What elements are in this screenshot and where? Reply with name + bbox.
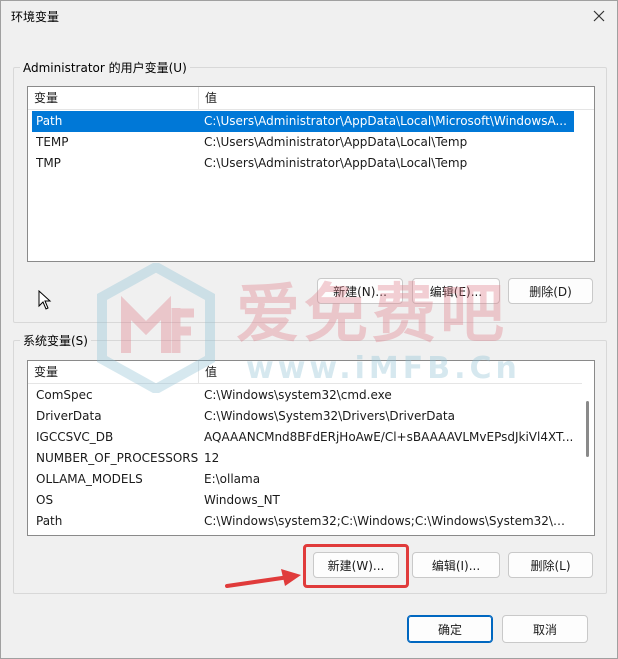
list-header: 变量 值 bbox=[28, 87, 594, 110]
scrollbar-thumb[interactable] bbox=[586, 401, 589, 457]
user-delete-button[interactable]: 删除(D) bbox=[508, 278, 593, 304]
column-header-name[interactable]: 变量 bbox=[28, 87, 198, 109]
variable-name: NUMBER_OF_PROCESSORS bbox=[36, 451, 199, 465]
variable-name: OS bbox=[36, 493, 54, 507]
list-item[interactable]: Path C:\Users\Administrator\AppData\Loca… bbox=[32, 111, 574, 132]
list-item[interactable]: NUMBER_OF_PROCESSORS 12 bbox=[32, 448, 580, 469]
variable-name: ComSpec bbox=[36, 388, 93, 402]
annotation-arrow-icon bbox=[225, 569, 301, 588]
system-edit-button[interactable]: 编辑(I)... bbox=[412, 552, 500, 578]
user-variables-list[interactable]: 变量 值 Path C:\Users\Administrator\AppData… bbox=[27, 86, 595, 262]
window-title: 环境变量 bbox=[11, 10, 60, 24]
variable-value: C:\Users\Administrator\AppData\Local\Mic… bbox=[204, 114, 567, 128]
vertical-scrollbar[interactable] bbox=[582, 383, 594, 535]
close-icon bbox=[593, 10, 605, 22]
system-new-button[interactable]: 新建(W)... bbox=[313, 552, 399, 578]
user-new-button[interactable]: 新建(N)... bbox=[317, 278, 403, 304]
user-variables-label: Administrator 的用户变量(U) bbox=[20, 59, 190, 76]
column-header-value[interactable]: 值 bbox=[198, 87, 594, 109]
system-variables-list[interactable]: 变量 值 ComSpec C:\Windows\system32\cmd.exe… bbox=[27, 360, 595, 536]
user-edit-button[interactable]: 编辑(E)... bbox=[412, 278, 500, 304]
variable-value: C:\Windows\system32;C:\Windows;C:\Window… bbox=[204, 514, 574, 528]
variable-name: Path bbox=[36, 114, 63, 128]
variable-value: AQAAANCMnd8BFdERjHoAwE/Cl+sBAAAAVLMvEPsd… bbox=[204, 430, 574, 444]
column-header-name[interactable]: 变量 bbox=[28, 361, 198, 383]
variable-name: OLLAMA_MODELS bbox=[36, 472, 143, 486]
list-item[interactable]: TMP C:\Users\Administrator\AppData\Local… bbox=[32, 153, 574, 174]
variable-name: DriverData bbox=[36, 409, 102, 423]
list-item[interactable]: ComSpec C:\Windows\system32\cmd.exe bbox=[32, 385, 580, 406]
variable-name: TMP bbox=[36, 156, 61, 170]
variable-value: 12 bbox=[204, 451, 220, 465]
system-variables-label: 系统变量(S) bbox=[20, 332, 91, 349]
variable-value: Windows_NT bbox=[204, 493, 280, 507]
variable-value: C:\Windows\System32\Drivers\DriverData bbox=[204, 409, 455, 423]
variable-value: C:\Users\Administrator\AppData\Local\Tem… bbox=[204, 156, 468, 170]
list-item[interactable]: IGCCSVC_DB AQAAANCMnd8BFdERjHoAwE/Cl+sBA… bbox=[32, 427, 580, 448]
variable-name: Path bbox=[36, 514, 63, 528]
variable-name: IGCCSVC_DB bbox=[36, 430, 114, 444]
ok-button[interactable]: 确定 bbox=[407, 615, 493, 643]
variable-value: C:\Users\Administrator\AppData\Local\Tem… bbox=[204, 135, 468, 149]
title-bar: 环境变量 bbox=[1, 1, 617, 31]
variable-value: E:\ollama bbox=[204, 472, 261, 486]
cancel-button[interactable]: 取消 bbox=[502, 615, 588, 643]
variable-name: TEMP bbox=[36, 135, 69, 149]
environment-variables-dialog: 环境变量 Administrator 的用户变量(U) 变量 值 Path C:… bbox=[0, 0, 618, 659]
mouse-cursor-icon bbox=[38, 290, 52, 310]
list-item[interactable]: Path C:\Windows\system32;C:\Windows;C:\W… bbox=[32, 511, 580, 532]
list-item[interactable]: DriverData C:\Windows\System32\Drivers\D… bbox=[32, 406, 580, 427]
system-delete-button[interactable]: 删除(L) bbox=[508, 552, 593, 578]
list-item[interactable]: TEMP C:\Users\Administrator\AppData\Loca… bbox=[32, 132, 574, 153]
column-header-value[interactable]: 值 bbox=[198, 361, 582, 383]
list-header: 变量 值 bbox=[28, 361, 594, 384]
list-item[interactable]: OS Windows_NT bbox=[32, 490, 580, 511]
variable-value: C:\Windows\system32\cmd.exe bbox=[204, 388, 392, 402]
list-item[interactable]: OLLAMA_MODELS E:\ollama bbox=[32, 469, 580, 490]
close-button[interactable] bbox=[581, 1, 617, 31]
